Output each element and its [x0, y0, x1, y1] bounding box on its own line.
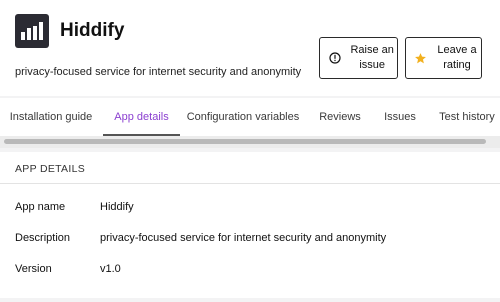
version-value: v1.0: [100, 263, 121, 275]
tab-scrollbar[interactable]: [0, 136, 500, 148]
leave-rating-button[interactable]: Leave a rating: [405, 37, 482, 79]
tab-app-details[interactable]: App details: [103, 98, 180, 136]
app-title: Hiddify: [60, 20, 125, 41]
tab-configuration-variables[interactable]: Configuration variables: [186, 98, 300, 136]
star-icon: [414, 51, 427, 65]
raise-issue-label: Raise an issue: [350, 44, 394, 71]
app-logo-icon: [15, 14, 49, 48]
leave-rating-label: Leave a rating: [437, 44, 477, 71]
tab-bar: Installation guide App details Configura…: [0, 98, 500, 136]
tab-issues[interactable]: Issues: [376, 98, 424, 136]
description-label: Description: [15, 232, 71, 244]
app-header: Hiddify privacy-focused service for inte…: [0, 0, 500, 96]
tab-scrollbar-thumb[interactable]: [4, 139, 486, 144]
raise-issue-button[interactable]: Raise an issue: [319, 37, 398, 79]
app-details-panel: APP DETAILS App name Hiddify Description…: [0, 152, 500, 298]
info-circle-icon: [328, 51, 341, 65]
description-value: privacy-focused service for internet sec…: [100, 232, 387, 244]
section-title: APP DETAILS: [15, 163, 86, 175]
tab-installation-guide[interactable]: Installation guide: [4, 98, 98, 136]
version-label: Version: [15, 263, 52, 275]
app-tagline: privacy-focused service for internet sec…: [15, 66, 302, 78]
app-name-label: App name: [15, 201, 66, 213]
section-header: APP DETAILS: [0, 152, 500, 184]
tab-test-history[interactable]: Test history: [434, 98, 500, 136]
tab-reviews[interactable]: Reviews: [312, 98, 368, 136]
app-name-value: Hiddify: [100, 201, 134, 213]
